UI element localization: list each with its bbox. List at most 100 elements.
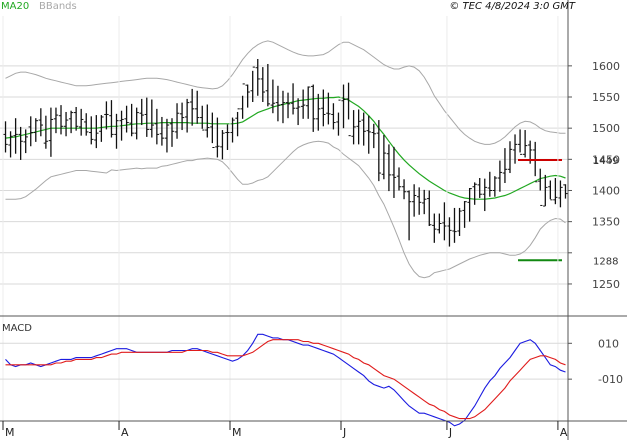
price-tick-label: 1350 xyxy=(592,216,620,229)
ohlc-bar xyxy=(210,112,215,148)
ohlc-bar xyxy=(427,190,432,227)
ohlc-bar xyxy=(396,167,402,191)
ohlc-bar xyxy=(306,86,311,119)
ohlc-bar xyxy=(195,90,200,124)
ohlc-bar xyxy=(240,83,245,119)
ohlc-bar xyxy=(265,63,271,107)
ohlc-bar xyxy=(84,113,89,136)
ohlc-bar xyxy=(94,115,99,149)
price-tick-label: 1250 xyxy=(592,278,620,291)
copyright-stamp: © TEC 4/8/2024 3:0 GMT xyxy=(449,1,576,12)
ohlc-bar xyxy=(164,118,170,153)
ohlc-bar xyxy=(533,141,538,183)
ohlc-bar xyxy=(321,89,326,127)
price-tick-label: 1550 xyxy=(592,91,620,104)
ohlc-bar xyxy=(139,98,144,126)
ohlc-bar xyxy=(179,102,185,131)
macd-panel xyxy=(0,333,568,427)
month-tick-label: A xyxy=(121,426,129,439)
ohlc-bar xyxy=(406,190,412,241)
ohlc-bar xyxy=(311,84,316,132)
ohlc-bar xyxy=(300,89,306,119)
ohlc-bar xyxy=(366,115,371,154)
ohlc-bar xyxy=(18,126,23,160)
ohlc-bar xyxy=(401,179,407,200)
ohlc-bar xyxy=(290,83,296,115)
ohlc-bar xyxy=(275,85,281,122)
ohlc-bar xyxy=(43,115,49,149)
price-panel xyxy=(0,16,568,421)
ohlc-bar xyxy=(558,180,563,208)
ohlc-bar xyxy=(386,144,392,192)
ohlc-bar xyxy=(492,176,498,197)
ohlc-bar xyxy=(184,98,190,133)
month-tick-label: J xyxy=(342,426,346,439)
ohlc-bar xyxy=(189,88,195,126)
month-tick-label: A xyxy=(560,426,568,439)
chart-stage: 125013501400145015001550160014491288010-… xyxy=(0,0,627,440)
macd-tick-label: -010 xyxy=(598,373,623,386)
ohlc-bar xyxy=(205,104,210,138)
ohlc-bar xyxy=(502,148,508,184)
ohlc-bar xyxy=(58,105,64,135)
ohlc-bar xyxy=(3,121,8,153)
ohlc-bar xyxy=(422,189,427,215)
ohlc-bar xyxy=(68,110,74,134)
ohlc-bar xyxy=(63,111,69,137)
price-tick-label: 1400 xyxy=(592,184,620,197)
ohlc-bar xyxy=(78,108,84,136)
ohlc-bar xyxy=(149,99,155,138)
ohlc-bar xyxy=(295,98,301,126)
ohlc-bar xyxy=(230,117,235,143)
ohlc-bar xyxy=(437,213,442,234)
bband-upper-line xyxy=(5,40,566,145)
ohlc-bar xyxy=(200,105,205,131)
ohlc-bar xyxy=(255,58,260,96)
price-tick-label: 1600 xyxy=(592,60,620,73)
ohlc-bar xyxy=(351,110,356,145)
ohlc-bar xyxy=(487,171,493,197)
ohlc-bar xyxy=(129,103,134,137)
ohlc-bar xyxy=(8,131,13,158)
ohlc-bar xyxy=(522,130,528,158)
month-tick-label: J xyxy=(448,426,452,439)
ohlc-bar xyxy=(467,187,472,222)
month-tick-label: M xyxy=(5,426,15,439)
ohlc-bar xyxy=(33,118,38,142)
month-tick-label: M xyxy=(232,426,242,439)
ohlc-bar xyxy=(341,84,346,129)
macd-title: MACD xyxy=(2,323,32,334)
ohlc-bar xyxy=(245,84,250,108)
price-tick-label: 1500 xyxy=(592,122,620,135)
ohlc-bar xyxy=(482,178,487,212)
ohlc-bar xyxy=(361,112,366,146)
ohlc-bar xyxy=(23,129,28,154)
ohlc-bar xyxy=(280,90,286,124)
ohlc-bar xyxy=(114,113,119,149)
ohlc-bar xyxy=(73,106,79,131)
ohlc-bar xyxy=(538,168,543,206)
legend-ma20[interactable]: MA20 xyxy=(1,1,29,12)
ohlc-bar xyxy=(563,184,568,199)
ohlc-bar xyxy=(507,141,513,174)
ohlc-bar xyxy=(472,182,477,205)
ohlc-bar xyxy=(477,178,482,198)
level-label: 1288 xyxy=(593,256,618,267)
ohlc-bar xyxy=(159,116,165,146)
ohlc-bar xyxy=(411,184,417,217)
ohlc-bar xyxy=(356,109,361,145)
ma20-line xyxy=(5,96,566,200)
ohlc-bar xyxy=(416,187,422,215)
level-label: 1449 xyxy=(593,156,618,167)
ohlc-bar xyxy=(452,207,457,243)
macd-tick-label: 010 xyxy=(598,337,619,350)
ohlc-bar xyxy=(154,108,160,145)
ohlc-bar xyxy=(28,116,33,147)
ohlc-bar xyxy=(497,160,503,192)
ohlc-bar xyxy=(371,123,376,149)
ohlc-bar xyxy=(104,101,109,130)
ohlc-bar xyxy=(336,99,341,136)
legend-bbands[interactable]: BBands xyxy=(39,1,77,12)
ohlc-bar xyxy=(38,108,44,137)
ohlc-bar xyxy=(174,103,180,139)
